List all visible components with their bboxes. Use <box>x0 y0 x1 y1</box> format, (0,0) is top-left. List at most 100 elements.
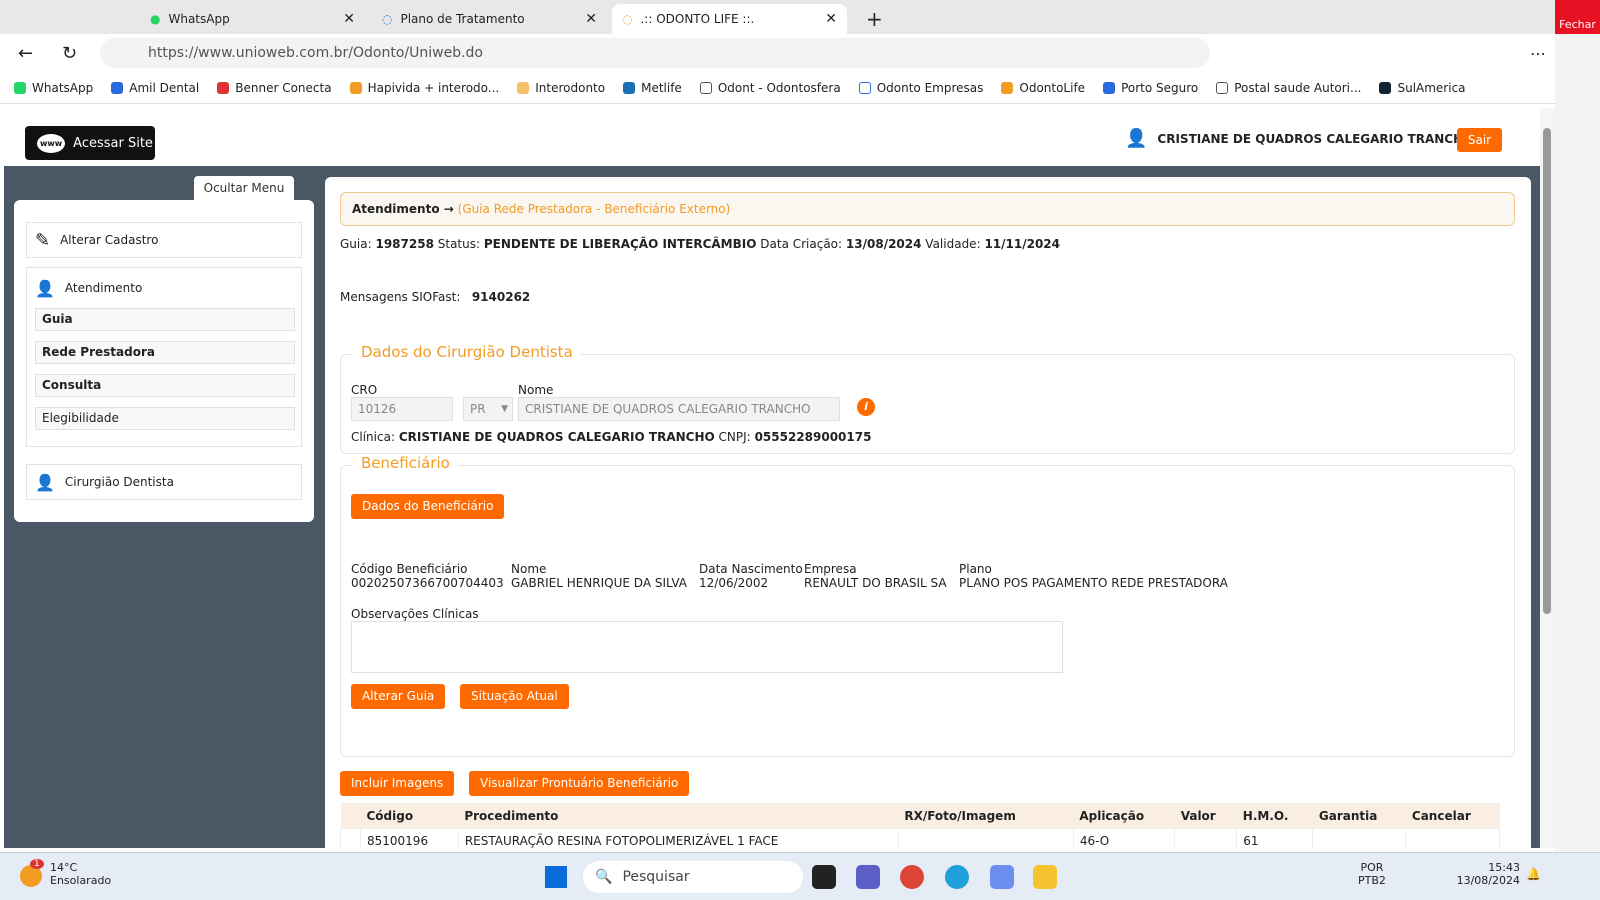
user-icon: 👤 <box>35 278 55 298</box>
col-garantia: Garantia <box>1312 803 1406 829</box>
tab-whatsapp[interactable]: ● WhatsApp ✕ <box>140 4 365 34</box>
bookmark[interactable]: Interodonto <box>517 81 605 95</box>
section-title: Dados do Cirurgião Dentista <box>353 343 581 361</box>
page-icon: ◌ <box>622 12 633 26</box>
table-header: Código Procedimento RX/Foto/Imagem Aplic… <box>340 803 1500 829</box>
address-bar: ← ↻ https://www.unioweb.com.br/Odonto/Un… <box>0 34 1555 72</box>
edge-sidebar <box>1555 0 1600 900</box>
shield-icon <box>858 81 871 94</box>
close-window-button[interactable]: Fechar <box>1555 0 1600 34</box>
menu-alterar-cadastro[interactable]: ✎ Alterar Cadastro <box>26 222 302 258</box>
whatsapp-icon: ● <box>150 12 161 26</box>
search-icon: 🔍 <box>595 869 613 885</box>
menu-cirurgiao-dentista[interactable]: 👤 Cirurgião Dentista <box>26 464 302 500</box>
col-procedimento: Procedimento <box>458 803 899 829</box>
bookmark[interactable]: Hapivida + interodo... <box>349 81 499 95</box>
page-icon <box>1216 81 1229 94</box>
bookmark-icon <box>1001 81 1014 94</box>
nome-input[interactable]: CRISTIANE DE QUADROS CALEGARIO TRANCHO <box>518 397 840 421</box>
user-icon: 👤 <box>1125 128 1148 149</box>
page-icon: ◌ <box>382 12 393 26</box>
bookmark-icon <box>349 81 362 94</box>
field-empresa: Empresa RENAULT DO BRASIL SA <box>804 562 947 590</box>
alterar-guia-button[interactable]: Alterar Guia <box>351 684 446 709</box>
taskbar-search[interactable]: 🔍 Pesquisar <box>583 861 803 893</box>
chevron-down-icon: ▼ <box>501 404 508 414</box>
copilot-icon[interactable] <box>990 865 1014 889</box>
close-tab-icon[interactable]: ✕ <box>825 11 837 27</box>
dentista-fieldset: Dados do Cirurgião Dentista CRO 10126 PR… <box>340 343 1515 454</box>
visualizar-prontuario-button[interactable]: Visualizar Prontuário Beneficiário <box>469 771 690 796</box>
www-icon: www <box>37 133 66 153</box>
hide-menu-button[interactable]: Ocultar Menu <box>194 176 294 200</box>
url-input[interactable]: https://www.unioweb.com.br/Odonto/Uniweb… <box>100 38 1210 68</box>
menu-item-elegibilidade[interactable]: Elegibilidade <box>35 407 295 430</box>
col-valor: Valor <box>1174 803 1237 829</box>
bookmarks-bar: WhatsApp Amil Dental Benner Conecta Hapi… <box>0 72 1555 104</box>
app-icon[interactable] <box>812 865 836 889</box>
bookmark[interactable]: Odonto Empresas <box>858 81 983 95</box>
bookmark[interactable]: Metlife <box>623 81 682 95</box>
new-tab-button[interactable]: + <box>856 4 893 34</box>
menu-item-consulta[interactable]: Consulta <box>35 374 295 397</box>
bookmark[interactable]: Benner Conecta <box>217 81 332 95</box>
edit-icon: ✎ <box>35 229 51 251</box>
tab-plano[interactable]: ◌ Plano de Tratamento ✕ <box>372 4 607 34</box>
acessar-site-button[interactable]: www Acessar Site <box>25 126 155 160</box>
section-title: Beneficiário <box>353 454 458 472</box>
cro-input[interactable]: 10126 <box>351 397 453 421</box>
bookmark-icon <box>111 81 124 94</box>
beneficiario-fieldset: Beneficiário Dados do Beneficiário Códig… <box>340 454 1515 757</box>
menu-atendimento-header[interactable]: 👤 Atendimento <box>27 268 301 308</box>
language-indicator[interactable]: POR PTB2 <box>1358 861 1386 887</box>
field-plano: Plano PLANO POS PAGAMENTO REDE PRESTADORA <box>959 562 1228 590</box>
bell-icon[interactable]: 🔔 <box>1526 867 1541 881</box>
logout-button[interactable]: Sair <box>1457 128 1502 152</box>
info-icon[interactable]: i <box>857 398 875 416</box>
bookmark[interactable]: Amil Dental <box>111 81 199 95</box>
main-content: Atendimento → (Guia Rede Prestadora - Be… <box>325 177 1531 848</box>
user-info: 👤 CRISTIANE DE QUADROS CALEGARIO TRANCHO <box>1125 128 1474 149</box>
chrome-icon[interactable] <box>900 865 924 889</box>
notification-badge: 1 <box>30 859 44 869</box>
bookmark-icon <box>623 81 636 94</box>
weather-text[interactable]: 14°C Ensolarado <box>50 861 111 887</box>
col-cancelar: Cancelar <box>1405 803 1500 829</box>
procedures-table: Código Procedimento RX/Foto/Imagem Aplic… <box>340 803 1500 848</box>
tab-bar: ● WhatsApp ✕ ◌ Plano de Tratamento ✕ ◌.:: OD… <box>0 0 1555 34</box>
bookmark[interactable]: OdontoLife <box>1001 81 1085 95</box>
incluir-imagens-button[interactable]: Incluir Imagens <box>340 771 455 796</box>
bookmark[interactable]: WhatsApp <box>14 81 93 95</box>
bookmark[interactable]: SulAmerica <box>1379 81 1466 95</box>
col-hmo: H.M.O. <box>1236 803 1313 829</box>
bookmark[interactable]: Odont - Odontosfera <box>699 81 841 95</box>
observacoes-textarea[interactable] <box>351 621 1063 673</box>
more-icon[interactable]: ⋯ <box>1530 44 1546 63</box>
dados-beneficiario-button[interactable]: Dados do Beneficiário <box>351 494 505 519</box>
situacao-atual-button[interactable]: Situação Atual <box>460 684 569 709</box>
menu-item-rede-prestadora[interactable]: Rede Prestadora <box>35 341 295 364</box>
page-icon <box>699 81 712 94</box>
refresh-icon[interactable]: ↻ <box>62 43 77 64</box>
folder-icon[interactable] <box>1033 865 1057 889</box>
bookmark[interactable]: Porto Seguro <box>1103 81 1198 95</box>
clock[interactable]: 15:43 13/08/2024 <box>1450 861 1520 887</box>
col-codigo: Código <box>360 803 459 829</box>
bookmark[interactable]: Postal saude Autori... <box>1216 81 1361 95</box>
field-nome: Nome GABRIEL HENRIQUE DA SILVA <box>511 562 688 590</box>
close-tab-icon[interactable]: ✕ <box>343 11 355 27</box>
bookmark-icon <box>14 81 26 94</box>
menu-item-guia[interactable]: Guia <box>35 308 295 331</box>
bookmark-icon <box>517 81 530 94</box>
edge-icon[interactable] <box>945 865 969 889</box>
taskbar: 1 14°C Ensolarado 🔍 Pesquisar POR PTB2 15:4… <box>0 852 1600 900</box>
uf-select[interactable]: PR ▼ <box>463 397 513 421</box>
close-tab-icon[interactable]: ✕ <box>585 11 597 27</box>
scrollbar-thumb[interactable] <box>1543 128 1551 614</box>
back-icon[interactable]: ← <box>18 43 33 64</box>
windows-start-icon[interactable] <box>545 866 567 888</box>
user-icon: 👤 <box>35 472 55 492</box>
tab-odontolife[interactable]: ◌.:: ODONTO LIFE ::. ✕ <box>612 4 847 34</box>
teams-icon[interactable] <box>856 865 880 889</box>
table-row[interactable]: 85100196 RESTAURAÇÃO RESINA FOTOPOLIMERI… <box>340 828 1500 848</box>
